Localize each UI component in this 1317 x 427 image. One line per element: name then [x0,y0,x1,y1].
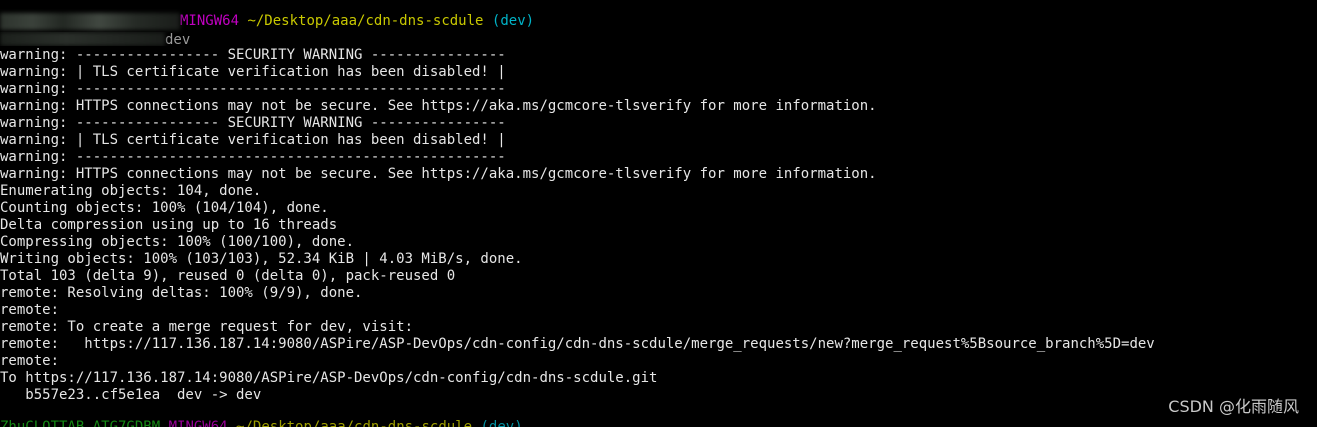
prompt-line: MINGW64 ~/Desktop/aaa/cdn-dns-scdule (de… [0,13,534,30]
output-line: Writing objects: 100% (103/103), 52.34 K… [0,251,523,267]
output-line: remote: [0,302,60,318]
next-prompt-mingw: MINGW64 [168,419,228,427]
output-line: Counting objects: 100% (104/104), done. [0,200,329,216]
output-line: warning: HTTPS connections may not be se… [0,98,877,114]
output-line: Enumerating objects: 104, done. [0,183,262,199]
next-prompt-line: ZhuCLOTTAB_ATG7GDBM MINGW64 ~/Desktop/aa… [0,419,523,427]
next-prompt-path: ~/Desktop/aaa/cdn-dns-scdule [236,419,473,427]
output-line: warning: | TLS certificate verification … [0,132,506,148]
output-line: To https://117.136.187.14:9080/ASPire/AS… [0,370,658,386]
output-line: b557e23..cf5e1ea dev -> dev [0,387,262,403]
output-line: warning: | TLS certificate verification … [0,64,506,80]
output-line: warning: ----------------- SECURITY WARN… [0,47,506,63]
next-prompt-user: ZhuCLOTTAB_ATG7GDBM [0,419,161,427]
output-line: warning: HTTPS connections may not be se… [0,166,877,182]
output-line: warning: -------------------------------… [0,149,506,165]
prompt-path: ~/Desktop/aaa/cdn-dns-scdule [247,13,484,29]
command-output: warning: ----------------- SECURITY WARN… [0,47,1155,404]
output-line: warning: ----------------- SECURITY WARN… [0,115,506,131]
prompt-branch: (dev) [491,13,535,29]
output-line: remote: https://117.136.187.14:9080/ASPi… [0,336,1155,352]
command-line-partial: dev [0,32,190,46]
output-line: remote: Resolving deltas: 100% (9/9), do… [0,285,363,301]
terminal-window[interactable]: MINGW64 ~/Desktop/aaa/cdn-dns-scdule (de… [0,0,1317,427]
output-line: warning: -------------------------------… [0,81,506,97]
command-tail: dev [165,32,191,46]
output-line: remote: [0,353,60,369]
output-line: Compressing objects: 100% (100/100), don… [0,234,355,250]
redacted-username [0,13,180,30]
watermark: CSDN @化雨随风 [1168,397,1299,416]
redacted-command [0,32,165,46]
next-prompt-branch: (dev) [480,419,523,427]
output-line: Delta compression using up to 16 threads [0,217,338,233]
prompt-mingw: MINGW64 [180,13,240,29]
output-line: remote: To create a merge request for de… [0,319,414,335]
output-line: Total 103 (delta 9), reused 0 (delta 0),… [0,268,456,284]
